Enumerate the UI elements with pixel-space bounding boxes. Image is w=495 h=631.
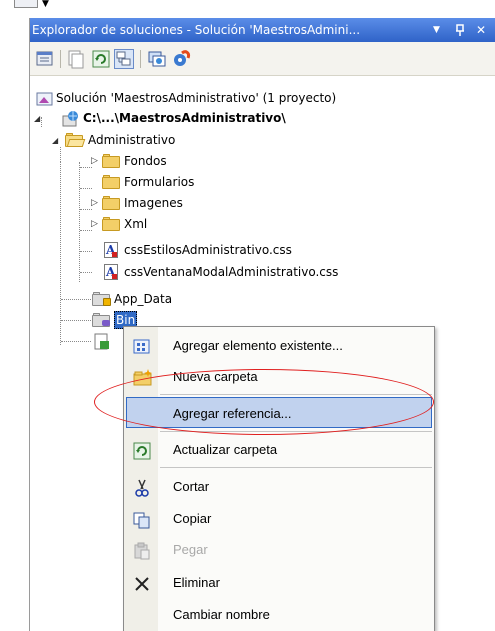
collapsed-triangle-icon[interactable]: ▷ — [91, 157, 98, 166]
menu-item-add-existing[interactable]: Agregar elemento existente... — [124, 330, 434, 361]
tree-item-folder-fondos[interactable]: ▷ Fondos — [74, 151, 274, 171]
menu-item-new-folder[interactable]: Nueva carpeta — [124, 361, 434, 392]
tree-item-label: cssEstilosAdministrativo.css — [124, 243, 292, 257]
refresh-icon — [133, 441, 151, 460]
chevron-down-icon: ▼ — [42, 0, 49, 9]
explorer-toolbar — [30, 42, 495, 76]
tree-item-folder-administrativo[interactable]: ◢ Administrativo — [52, 130, 355, 150]
tree-item-solution[interactable]: Solución 'MaestrosAdministrativo' (1 pro… — [36, 88, 416, 108]
menu-item-label: Copiar — [173, 511, 212, 526]
menu-item-label: Actualizar carpeta — [173, 442, 278, 457]
tree-item-folder-formularios[interactable]: Formularios — [74, 172, 274, 192]
collapsed-triangle-icon[interactable]: ▷ — [91, 199, 98, 208]
tree-item-label: Fondos — [124, 154, 167, 168]
tree-item-hidden[interactable] — [90, 331, 122, 351]
menu-item-paste[interactable]: Pegar — [124, 534, 434, 565]
copy-website-icon[interactable] — [147, 49, 167, 69]
menu-item-label: Pegar — [173, 542, 208, 557]
tree-item-app-data[interactable]: App_Data — [90, 289, 290, 309]
tree-item-label: Formularios — [124, 175, 195, 189]
tree-item-file-css[interactable]: A cssEstilosAdministrativo.css — [74, 240, 374, 260]
tree-item-label: C:\...\MaestrosAdministrativo\ — [83, 111, 286, 125]
css-file-icon: A — [104, 264, 118, 280]
toolbar-separator — [60, 50, 61, 68]
database-icon — [103, 298, 111, 306]
solution-explorer-title-bar[interactable]: Explorador de soluciones - Solución 'Mae… — [30, 18, 495, 42]
menu-item-rename[interactable]: Cambiar nombre — [124, 599, 434, 630]
css-file-icon: A — [104, 242, 118, 258]
delete-x-icon — [133, 574, 151, 592]
open-folder-icon — [65, 133, 86, 147]
tree-guide-line — [61, 320, 91, 321]
show-all-files-icon[interactable] — [66, 49, 86, 69]
page-icon — [94, 333, 110, 357]
menu-item-label: Eliminar — [173, 575, 220, 590]
close-icon[interactable]: ✕ — [476, 18, 486, 42]
properties-icon[interactable] — [35, 49, 55, 69]
menu-item-copy[interactable]: Copiar — [124, 503, 434, 534]
tree-item-label: Imagenes — [124, 196, 183, 210]
menu-item-delete[interactable]: Eliminar — [124, 567, 434, 598]
gear-icon — [102, 320, 110, 326]
menu-separator — [160, 394, 432, 395]
tab-fragment — [14, 0, 38, 8]
menu-item-refresh-folder[interactable]: Actualizar carpeta — [124, 434, 434, 465]
tree-item-label: cssVentanaModalAdministrativo.css — [124, 265, 339, 279]
menu-separator — [160, 467, 432, 468]
copy-icon — [133, 510, 151, 529]
nest-related-files-icon[interactable] — [114, 49, 134, 69]
collapsed-triangle-icon[interactable]: ▷ — [91, 220, 98, 229]
folder-icon — [102, 154, 120, 168]
menu-item-label: Cortar — [173, 479, 210, 494]
scissors-icon — [133, 478, 151, 497]
tree-item-folder-xml[interactable]: ▷ Xml — [74, 214, 274, 234]
new-folder-icon — [133, 368, 152, 386]
menu-item-add-reference[interactable]: Agregar referencia... — [126, 397, 432, 428]
asp-net-config-icon[interactable] — [172, 49, 192, 69]
refresh-icon[interactable] — [91, 49, 111, 69]
pin-icon[interactable] — [455, 18, 465, 44]
tree-item-label: Administrativo — [88, 133, 176, 147]
tree-item-label: Solución 'MaestrosAdministrativo' (1 pro… — [56, 91, 337, 105]
menu-item-label: Cambiar nombre — [173, 607, 270, 622]
folder-icon — [102, 175, 120, 189]
menu-item-label: Nueva carpeta — [173, 369, 258, 384]
menu-item-label: Agregar elemento existente... — [173, 338, 343, 353]
tree-item-file-css[interactable]: A cssVentanaModalAdministrativo.css — [74, 262, 374, 282]
dropdown-arrow-icon[interactable]: ▼ — [433, 18, 440, 42]
menu-separator — [160, 431, 432, 432]
menu-item-cut[interactable]: Cortar — [124, 471, 434, 502]
add-existing-item-icon — [133, 337, 151, 355]
context-menu: Agregar elemento existente... Nueva carp… — [123, 326, 435, 631]
paste-icon — [133, 541, 151, 560]
top-strip: ▼ — [0, 0, 495, 18]
tree-guide-line — [61, 299, 91, 300]
tree-item-folder-imagenes[interactable]: ▷ Imagenes — [74, 193, 274, 213]
panel-left-border — [29, 18, 30, 631]
window-title: Explorador de soluciones - Solución 'Mae… — [32, 23, 361, 37]
tree-item-label: App_Data — [114, 292, 173, 306]
tree-guide-line — [60, 162, 61, 345]
tree-guide-line — [61, 341, 91, 342]
expanded-triangle-icon[interactable]: ◢ — [52, 137, 58, 145]
folder-icon — [102, 217, 120, 231]
tree-item-label: Xml — [124, 217, 148, 231]
menu-item-label: Agregar referencia... — [173, 406, 292, 421]
folder-icon — [102, 196, 120, 210]
toolbar-separator — [140, 50, 141, 68]
expanded-triangle-icon[interactable]: ◢ — [34, 115, 40, 123]
tree-item-project[interactable]: ◢ C:\...\MaestrosAdministrativo\ — [34, 108, 416, 128]
